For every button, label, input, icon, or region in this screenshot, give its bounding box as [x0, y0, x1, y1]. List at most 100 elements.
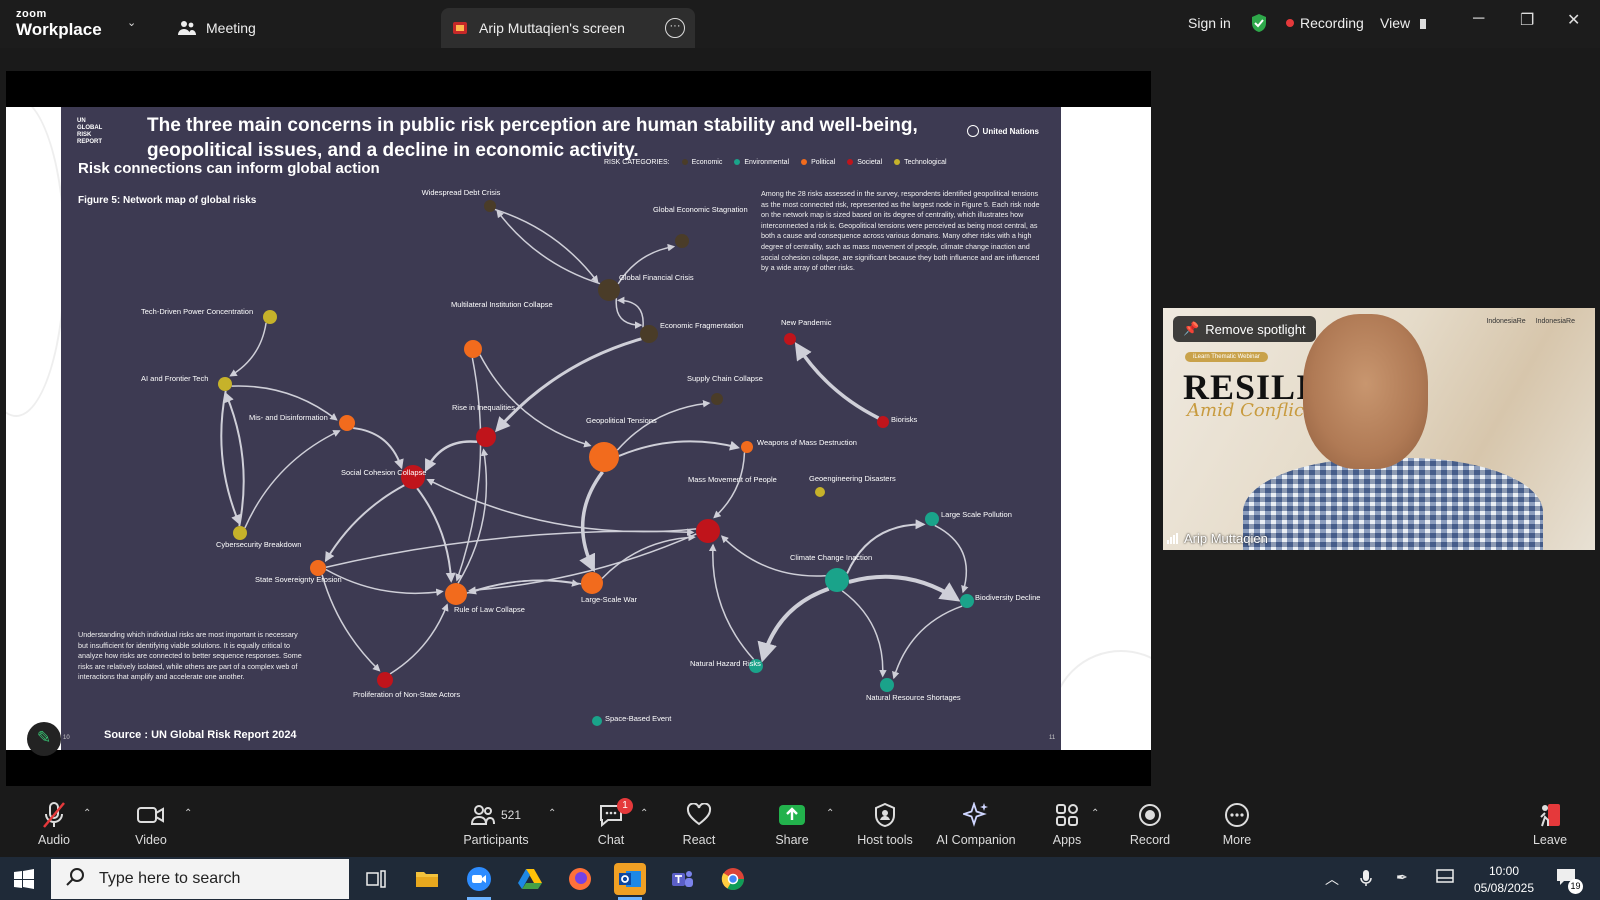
minimize-icon[interactable]: ─ — [1473, 10, 1484, 28]
heart-icon — [654, 800, 744, 830]
network-edge — [321, 574, 381, 672]
chevron-down-icon[interactable]: ⌄ — [127, 16, 136, 29]
slide-decoration-left — [6, 107, 66, 417]
view-menu-button[interactable]: View — [1380, 15, 1426, 31]
teams-icon[interactable] — [666, 863, 698, 895]
spotlight-video[interactable]: IndonesiaRe IndonesiaRe iLearn Thematic … — [1163, 308, 1595, 550]
presentation-slide: UN GLOBAL RISK REPORT The three main con… — [61, 107, 1061, 750]
indonesiare-logo-2: IndonesiaRe — [1535, 318, 1575, 325]
network-edge — [353, 427, 404, 470]
network-edge — [579, 470, 604, 573]
participants-options-caret-icon[interactable]: ⌃ — [548, 808, 556, 819]
virtual-background-logos: IndonesiaRe IndonesiaRe — [1486, 318, 1575, 325]
taskbar-time: 10:00 — [1488, 864, 1520, 878]
remove-spotlight-button[interactable]: 📌 Remove spotlight — [1173, 316, 1316, 342]
network-node-label: Mis- and Disinformation — [249, 413, 328, 422]
react-button[interactable]: React — [654, 800, 744, 847]
indonesiare-logo-1: IndonesiaRe — [1486, 318, 1526, 325]
network-node-cyber — [233, 526, 247, 540]
close-icon[interactable]: ✕ — [1567, 10, 1580, 30]
network-edge — [892, 605, 963, 680]
network-node-resource — [880, 678, 894, 692]
network-node-sov — [310, 560, 326, 576]
logo-workplace-text: Workplace — [16, 20, 102, 39]
network-node-misinfo — [339, 415, 355, 431]
network-node-label: Global Economic Stagnation — [653, 205, 748, 214]
network-node-label: Social Cohesion Collapse — [341, 468, 426, 477]
network-node-geo — [589, 442, 619, 472]
search-placeholder: Type here to search — [99, 870, 241, 887]
react-label: React — [682, 833, 716, 847]
network-node-fin — [598, 279, 620, 301]
tray-overflow-chevron-icon[interactable]: ︿ — [1325, 869, 1339, 889]
annotate-pen-icon[interactable]: ✎ — [27, 722, 61, 756]
more-button[interactable]: More — [1192, 800, 1282, 847]
share-button[interactable]: Share — [747, 800, 837, 847]
encryption-shield-icon[interactable] — [1250, 13, 1268, 36]
sign-in-button[interactable]: Sign in — [1188, 15, 1231, 31]
app-logo[interactable]: zoom Workplace — [16, 9, 102, 39]
audio-options-caret-icon[interactable]: ⌃ — [83, 808, 91, 819]
network-node-law — [445, 583, 467, 605]
network-node-label: State Sovereignty Erosion — [255, 575, 342, 584]
network-edge — [496, 209, 601, 285]
recording-indicator[interactable]: Recording — [1286, 15, 1364, 31]
recording-label: Recording — [1300, 15, 1364, 31]
network-edge — [224, 392, 245, 527]
network-node-label: Tech-Driven Power Concentration — [141, 307, 253, 316]
leave-button[interactable]: Leave — [1505, 800, 1595, 847]
apps-options-caret-icon[interactable]: ⌃ — [1091, 808, 1099, 819]
share-label: Share — [775, 833, 809, 847]
camera-icon — [106, 800, 196, 830]
more-options-icon[interactable]: ··· — [665, 18, 685, 38]
view-layout-icon — [1419, 19, 1426, 30]
network-node-label: Weapons of Mass Destruction — [757, 438, 857, 447]
network-node-label: AI and Frontier Tech — [141, 374, 208, 383]
recording-dot-icon — [1286, 19, 1294, 27]
network-node-nonstate — [377, 672, 393, 688]
host-tools-button[interactable]: Host tools — [840, 800, 930, 847]
sparkle-icon — [923, 800, 1029, 830]
network-node-label: Global Financial Crisis — [619, 273, 694, 282]
network-node-label: Natural Hazard Risks — [690, 659, 761, 668]
zoom-app-icon[interactable] — [463, 863, 495, 900]
network-edge — [713, 452, 746, 519]
chrome-icon[interactable] — [717, 863, 749, 895]
tab-meeting[interactable]: Meeting — [178, 8, 256, 48]
outlook-icon[interactable] — [614, 863, 646, 900]
share-options-caret-icon[interactable]: ⌃ — [826, 808, 834, 819]
record-icon — [1105, 800, 1195, 830]
video-options-caret-icon[interactable]: ⌃ — [184, 808, 192, 819]
google-drive-icon[interactable] — [514, 863, 546, 895]
tab-shared-screen[interactable]: Arip Muttaqien's screen ··· — [441, 8, 695, 48]
network-edge — [455, 357, 482, 582]
display-tray-icon[interactable] — [1436, 869, 1454, 886]
participants-button[interactable]: 521 Participants — [451, 800, 541, 847]
participant-name-tag: Arip Muttaqien — [1167, 531, 1268, 546]
network-edge — [425, 440, 478, 473]
participants-icon — [470, 805, 495, 825]
network-edge — [934, 524, 969, 594]
task-view-icon[interactable] — [360, 863, 392, 895]
restore-icon[interactable]: ❐ — [1520, 10, 1534, 30]
ai-companion-button[interactable]: AI Companion — [923, 800, 1029, 847]
file-explorer-icon[interactable] — [411, 863, 443, 895]
network-node-label: Multilateral Institution Collapse — [451, 300, 553, 309]
microphone-tray-icon[interactable] — [1360, 869, 1372, 890]
taskbar-search-box[interactable]: Type here to search — [51, 859, 349, 899]
record-button[interactable]: Record — [1105, 800, 1195, 847]
leave-label: Leave — [1532, 833, 1568, 847]
network-edge — [416, 487, 456, 583]
taskbar-clock[interactable]: 10:00 05/08/2025 — [1467, 863, 1541, 897]
chat-options-caret-icon[interactable]: ⌃ — [640, 808, 648, 819]
more-dots-icon — [1192, 800, 1282, 830]
network-edge — [601, 533, 696, 580]
windows-start-icon[interactable] — [14, 869, 34, 894]
pen-tray-icon[interactable]: ✒ — [1396, 869, 1408, 886]
network-node-label: Biorisks — [891, 415, 918, 424]
firefox-icon[interactable] — [564, 863, 596, 895]
network-node-label: Biodiversity Decline — [975, 593, 1040, 602]
network-node-label: Natural Resource Shortages — [866, 693, 961, 702]
video-button[interactable]: Video — [106, 800, 196, 847]
network-node-bio — [877, 416, 889, 428]
